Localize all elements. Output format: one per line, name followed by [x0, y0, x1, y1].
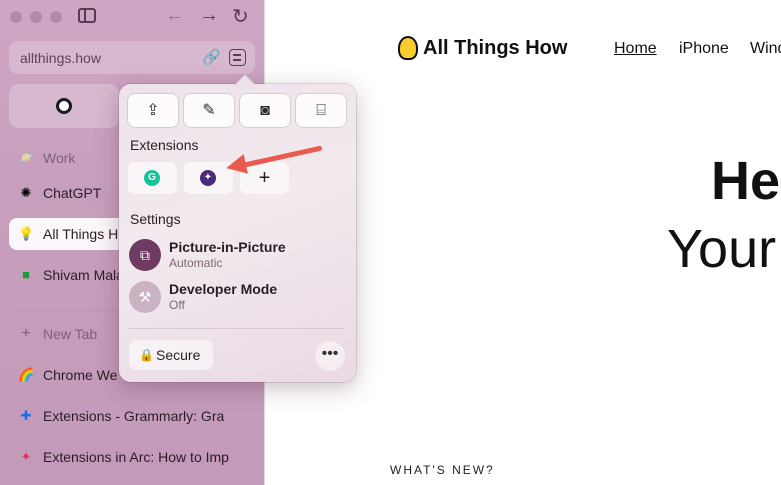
settings-title: Settings	[130, 211, 181, 227]
sidebar-item-label: ChatGPT	[43, 185, 102, 201]
secure-button[interactable]: 🔒 Secure	[129, 340, 213, 370]
sidebar-item-label: Extensions - Grammarly: Gra	[43, 408, 225, 424]
setting-subtitle: Automatic	[169, 256, 223, 270]
sidebar-item-label: Work	[43, 150, 76, 166]
site-controls-icon[interactable]	[229, 49, 246, 66]
hero-heading: He	[711, 151, 781, 211]
chatgpt-icon: ✺	[20, 185, 32, 200]
share-icon: ⇪	[146, 102, 160, 119]
whats-new-label: WHAT'S NEW?	[390, 463, 495, 477]
sidebar-item-grammarly-extension[interactable]: ✚ Extensions - Grammarly: Gra	[9, 400, 257, 432]
favorite-tile[interactable]	[9, 84, 119, 128]
url-bar[interactable]: allthings.how 🔗	[9, 41, 255, 74]
lock-icon: 🔒	[139, 348, 154, 362]
sidebar-item-label: Extensions in Arc: How to Imp	[43, 449, 229, 465]
bulb-icon: 💡	[18, 226, 35, 241]
reload-icon[interactable]: ↻	[232, 4, 249, 29]
screenshot-button[interactable]: ◙	[240, 94, 290, 127]
pin-icon: ✎	[202, 102, 216, 119]
setting-subtitle: Off	[169, 298, 185, 312]
setting-title: Developer Mode	[169, 281, 278, 297]
sidebar-item-label: Chrome We	[43, 367, 118, 383]
capture-icon: ⌸	[316, 102, 326, 119]
pin-button[interactable]: ✎	[184, 94, 234, 127]
puzzle-icon: ✚	[20, 408, 32, 423]
camera-icon: ◙	[260, 102, 270, 119]
nav-windows[interactable]: Wind	[750, 40, 781, 58]
plus-icon: +	[21, 325, 31, 342]
url-text[interactable]: allthings.how	[20, 50, 101, 66]
hammer-icon: ⚒	[129, 281, 161, 313]
hero-subheading: Your	[667, 219, 777, 279]
forward-icon[interactable]: →	[199, 4, 219, 27]
capture-button[interactable]: ⌸	[296, 94, 346, 127]
setting-title: Picture-in-Picture	[169, 239, 286, 255]
sparkle-icon: ✦	[200, 170, 216, 186]
nav-home[interactable]: Home	[614, 40, 657, 58]
grammarly-icon: G	[144, 170, 160, 186]
popover-divider	[129, 328, 345, 329]
sidebar-item-label: All Things H	[43, 226, 119, 242]
sidebar-item-arc-extensions[interactable]: ✦ Extensions in Arc: How to Imp	[9, 441, 257, 473]
nav-iphone[interactable]: iPhone	[679, 40, 729, 58]
arc-icon: ✦	[20, 449, 32, 464]
annotation-arrow-head	[224, 154, 248, 178]
sidebar-item-label: Shivam Mala	[43, 267, 124, 283]
chat-icon: ■	[22, 267, 30, 282]
chatgpt-favorite-icon	[56, 98, 72, 114]
grammarly-extension-button[interactable]: G	[128, 162, 177, 194]
minimize-window-button[interactable]	[30, 11, 42, 23]
secure-label: Secure	[156, 347, 201, 363]
more-options-button[interactable]: •••	[315, 341, 345, 371]
extensions-title: Extensions	[130, 137, 199, 153]
maximize-window-button[interactable]	[50, 11, 62, 23]
logo-bulb-icon	[398, 36, 418, 60]
sidebar-item-label: New Tab	[43, 326, 98, 342]
close-window-button[interactable]	[10, 11, 22, 23]
link-icon[interactable]: 🔗	[202, 48, 221, 66]
share-button[interactable]: ⇪	[128, 94, 178, 127]
planet-icon: 🪐	[18, 150, 35, 165]
sidebar-toggle-icon[interactable]	[78, 8, 96, 23]
back-icon[interactable]: ←	[165, 4, 185, 27]
site-controls-popover: ⇪ ✎ ◙ ⌸ Extensions G ✦ + Settings ⧉ Pict…	[119, 74, 356, 382]
pip-icon: ⧉	[129, 239, 161, 271]
site-logo[interactable]: All Things How	[423, 37, 567, 60]
chrome-store-icon: 🌈	[18, 367, 35, 382]
